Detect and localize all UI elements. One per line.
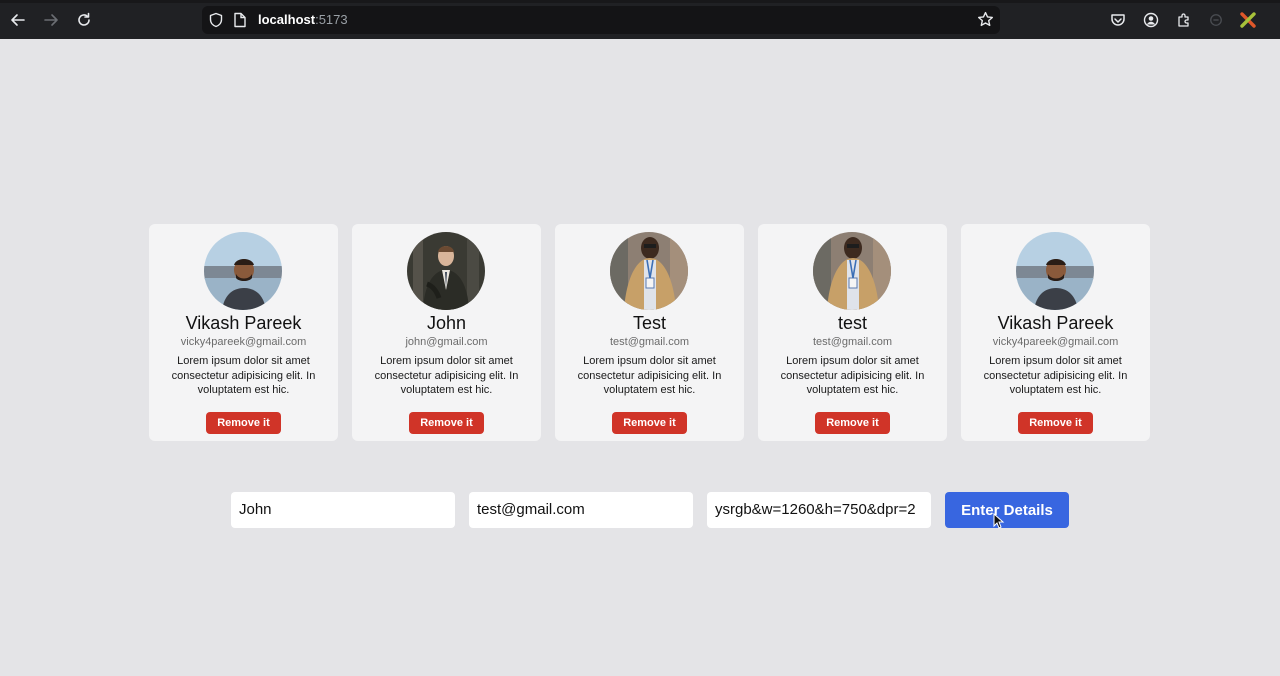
reload-icon[interactable] xyxy=(72,8,96,32)
card-email: test@gmail.com xyxy=(609,336,690,348)
user-card: Vikash Pareek vicky4pareek@gmail.com Lor… xyxy=(961,224,1150,441)
avatar xyxy=(204,232,282,310)
card-email: john@gmail.com xyxy=(405,336,488,348)
card-description: Lorem ipsum dolor sit amet consectetur a… xyxy=(171,355,316,396)
remove-button[interactable]: Remove it xyxy=(612,412,687,434)
image-url-input-value: ysrgb&w=1260&h=750&dpr=2 xyxy=(715,501,916,518)
avatar xyxy=(1016,232,1094,310)
remove-button[interactable]: Remove it xyxy=(815,412,890,434)
user-card: John john@gmail.com Lorem ipsum dolor si… xyxy=(352,224,541,441)
user-card: Vikash Pareek vicky4pareek@gmail.com Lor… xyxy=(149,224,338,441)
extensions-icon[interactable] xyxy=(1172,8,1196,32)
extension-icon[interactable] xyxy=(1236,8,1260,32)
forward-arrow-icon[interactable] xyxy=(39,8,63,32)
enter-details-button[interactable]: Enter Details xyxy=(945,492,1069,528)
email-input[interactable]: test@gmail.com xyxy=(469,492,693,528)
card-name: Vikash Pareek xyxy=(997,313,1114,333)
inactive-extension-icon[interactable] xyxy=(1204,8,1228,32)
user-cards-row: Vikash Pareek vicky4pareek@gmail.com Lor… xyxy=(149,224,1151,441)
name-input-value: John xyxy=(239,501,272,518)
avatar xyxy=(610,232,688,310)
url-text[interactable]: localhost:5173 xyxy=(258,12,348,27)
card-description: Lorem ipsum dolor sit amet consectetur a… xyxy=(374,355,519,396)
email-input-value: test@gmail.com xyxy=(477,501,585,518)
star-icon[interactable] xyxy=(977,11,994,33)
avatar xyxy=(813,232,891,310)
card-name: John xyxy=(426,313,467,333)
shield-icon[interactable] xyxy=(208,12,224,33)
page-icon[interactable] xyxy=(233,12,247,33)
mouse-cursor-icon xyxy=(993,512,1005,534)
card-email: test@gmail.com xyxy=(812,336,893,348)
card-description: Lorem ipsum dolor sit amet consectetur a… xyxy=(780,355,925,396)
remove-button[interactable]: Remove it xyxy=(1018,412,1093,434)
card-email: vicky4pareek@gmail.com xyxy=(180,336,307,348)
user-card: test test@gmail.com Lorem ipsum dolor si… xyxy=(758,224,947,441)
remove-button[interactable]: Remove it xyxy=(206,412,281,434)
card-email: vicky4pareek@gmail.com xyxy=(992,336,1119,348)
avatar xyxy=(407,232,485,310)
user-card: Test test@gmail.com Lorem ipsum dolor si… xyxy=(555,224,744,441)
card-name: Test xyxy=(632,313,666,333)
pocket-icon[interactable] xyxy=(1106,8,1130,32)
account-icon[interactable] xyxy=(1139,8,1163,32)
card-description: Lorem ipsum dolor sit amet consectetur a… xyxy=(983,355,1128,396)
image-url-input[interactable]: ysrgb&w=1260&h=750&dpr=2 xyxy=(707,492,931,528)
back-arrow-icon[interactable] xyxy=(6,8,30,32)
browser-toolbar: localhost:5173 xyxy=(0,0,1280,39)
card-name: test xyxy=(837,313,867,333)
url-host: localhost xyxy=(258,12,316,27)
address-bar[interactable]: localhost:5173 xyxy=(202,6,1000,34)
card-description: Lorem ipsum dolor sit amet consectetur a… xyxy=(577,355,722,396)
card-name: Vikash Pareek xyxy=(185,313,302,333)
url-port: :5173 xyxy=(315,12,348,27)
remove-button[interactable]: Remove it xyxy=(409,412,484,434)
tab-strip-edge xyxy=(0,0,1280,3)
name-input[interactable]: John xyxy=(231,492,455,528)
